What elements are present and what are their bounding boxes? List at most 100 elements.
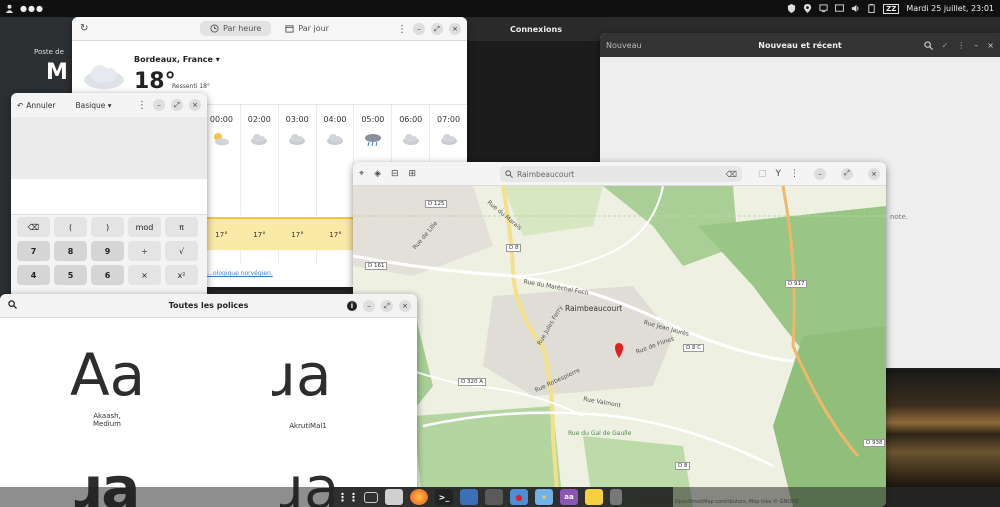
calc-key[interactable]: ) <box>91 217 124 237</box>
firefox-icon[interactable] <box>410 489 428 505</box>
location-selector[interactable]: Bordeaux, France ▾ <box>134 55 220 64</box>
minimize-button[interactable]: – <box>363 300 375 312</box>
font-preview[interactable]: ɹa <box>272 346 332 404</box>
kebab-menu-icon[interactable]: ⋮ <box>790 169 799 179</box>
search-icon <box>505 170 513 178</box>
volume-icon[interactable] <box>851 4 860 13</box>
trash-icon[interactable] <box>610 489 622 505</box>
notes-empty-text: note. <box>890 213 908 221</box>
locate-icon[interactable]: ⌖ <box>359 169 364 179</box>
activities-dots-icon[interactable]: ●●● <box>20 4 44 13</box>
maps-header: ⌖ ◈ ⊟ ⊞ Raimbeaucourt ⌫ ▢ Y ⋮ – ⤢ × <box>353 162 886 186</box>
location-icon[interactable] <box>803 4 812 13</box>
maximize-button[interactable]: ⤢ <box>171 99 183 111</box>
close-button[interactable]: × <box>449 23 461 35</box>
maximize-button[interactable]: ⤢ <box>381 300 393 312</box>
windows-icon[interactable] <box>364 491 378 503</box>
zoom-out-button[interactable]: ⊟ <box>391 169 399 179</box>
close-button[interactable]: × <box>189 99 201 111</box>
town-label: Raimbeaucourt <box>565 304 623 313</box>
map-search-input[interactable]: Raimbeaucourt ⌫ <box>500 166 742 182</box>
clock-datetime[interactable]: Mardi 25 juillet, 23:01 <box>906 4 994 13</box>
info-icon[interactable]: i <box>347 301 357 311</box>
kebab-menu-icon[interactable]: ⋮ <box>397 24 407 35</box>
cloud-icon <box>327 134 343 145</box>
calc-key[interactable]: 5 <box>54 265 87 285</box>
hour-temperature: 17° <box>329 231 342 239</box>
search-icon[interactable] <box>8 300 17 309</box>
calc-key[interactable]: ⌫ <box>17 217 50 237</box>
undo-icon: ↶ <box>17 100 24 110</box>
check-icon[interactable]: ✓ <box>942 41 949 50</box>
bookmarks-icon[interactable]: ▢ <box>758 169 767 179</box>
calc-key[interactable]: 9 <box>91 241 124 261</box>
font-preview[interactable]: Aa <box>70 346 145 404</box>
shield-icon[interactable] <box>787 4 796 13</box>
notes-new-button[interactable]: Nouveau <box>606 41 642 50</box>
layers-icon[interactable]: ◈ <box>374 169 381 179</box>
weather-icon[interactable]: ☀ <box>535 489 553 505</box>
maps-icon[interactable]: ● <box>510 489 528 505</box>
battery-icon[interactable] <box>867 4 876 13</box>
font-name: Akaash, Medium <box>93 412 121 428</box>
road-label: D 917 <box>785 280 808 288</box>
calc-key[interactable]: 7 <box>17 241 50 261</box>
zoom-in-button[interactable]: ⊞ <box>409 169 417 179</box>
tab-daily[interactable]: Par jour <box>275 21 339 36</box>
kebab-menu-icon[interactable]: ⋮ <box>957 41 965 50</box>
route-icon[interactable]: Y <box>776 169 782 179</box>
user-icon[interactable] <box>5 4 14 13</box>
minimize-button[interactable]: – <box>814 167 826 180</box>
minimize-button[interactable]: – <box>974 41 978 50</box>
close-button[interactable]: × <box>868 167 880 180</box>
screen-icon[interactable] <box>835 4 845 13</box>
close-button[interactable]: × <box>399 300 411 312</box>
calc-key[interactable]: ÷ <box>128 241 161 261</box>
fonts-icon[interactable]: aa <box>560 489 578 505</box>
zz-badge[interactable]: ZZ <box>883 3 900 14</box>
terminal-icon[interactable]: >_ <box>435 489 453 505</box>
mode-selector[interactable]: Basique ▾ <box>75 101 111 110</box>
hour-time: 07:00 <box>437 115 461 124</box>
calc-key[interactable]: x² <box>165 265 198 285</box>
calculator-input[interactable] <box>11 179 207 215</box>
calc-key[interactable]: 4 <box>17 265 50 285</box>
minimize-button[interactable]: – <box>413 23 425 35</box>
calc-key[interactable]: ( <box>54 217 87 237</box>
maximize-button[interactable]: ⤢ <box>431 23 443 35</box>
close-button[interactable]: × <box>987 41 994 50</box>
calc-key[interactable]: 6 <box>91 265 124 285</box>
minimize-button[interactable]: – <box>153 99 165 111</box>
maximize-button[interactable]: ⤢ <box>841 167 853 180</box>
tab-hourly[interactable]: Par heure <box>200 21 272 36</box>
hour-temperature: 17° <box>253 231 266 239</box>
display-icon[interactable] <box>819 4 828 13</box>
maps-window: ⌖ ◈ ⊟ ⊞ Raimbeaucourt ⌫ ▢ Y ⋮ – ⤢ × D 12… <box>353 162 886 507</box>
weather-source-link[interactable]: …ologique norvégien. <box>207 270 273 277</box>
hour-time: 04:00 <box>323 115 347 124</box>
search-icon[interactable] <box>923 40 933 50</box>
calc-key[interactable]: 8 <box>54 241 87 261</box>
calc-key[interactable]: × <box>128 265 161 285</box>
calculator-icon[interactable] <box>485 489 503 505</box>
calc-key[interactable]: √ <box>165 241 198 261</box>
calc-key[interactable]: mod <box>128 217 161 237</box>
cloud-icon <box>289 134 306 145</box>
undo-label: Annuler <box>26 100 56 110</box>
kebab-menu-icon[interactable]: ⋮ <box>137 100 147 111</box>
clear-search-icon[interactable]: ⌫ <box>726 170 737 179</box>
files-icon[interactable] <box>385 489 403 505</box>
desktop-text: M <box>46 60 68 85</box>
calc-key[interactable]: π <box>165 217 198 237</box>
fonts-title: Toutes les polices <box>168 301 249 310</box>
apps-grid-icon[interactable]: ⋮⋮ <box>337 489 359 505</box>
calculator-header: ↶ Annuler Basique ▾ ⋮ – ⤢ × <box>11 93 207 117</box>
notes-icon[interactable] <box>585 489 603 505</box>
map-canvas[interactable] <box>353 186 886 507</box>
undo-button[interactable]: ↶ Annuler <box>17 101 55 110</box>
refresh-icon[interactable]: ↻ <box>80 23 88 34</box>
software-icon[interactable] <box>460 489 478 505</box>
road-label: D 938 <box>863 439 886 447</box>
tab-daily-label: Par jour <box>298 24 329 33</box>
calendar-icon <box>285 25 294 33</box>
